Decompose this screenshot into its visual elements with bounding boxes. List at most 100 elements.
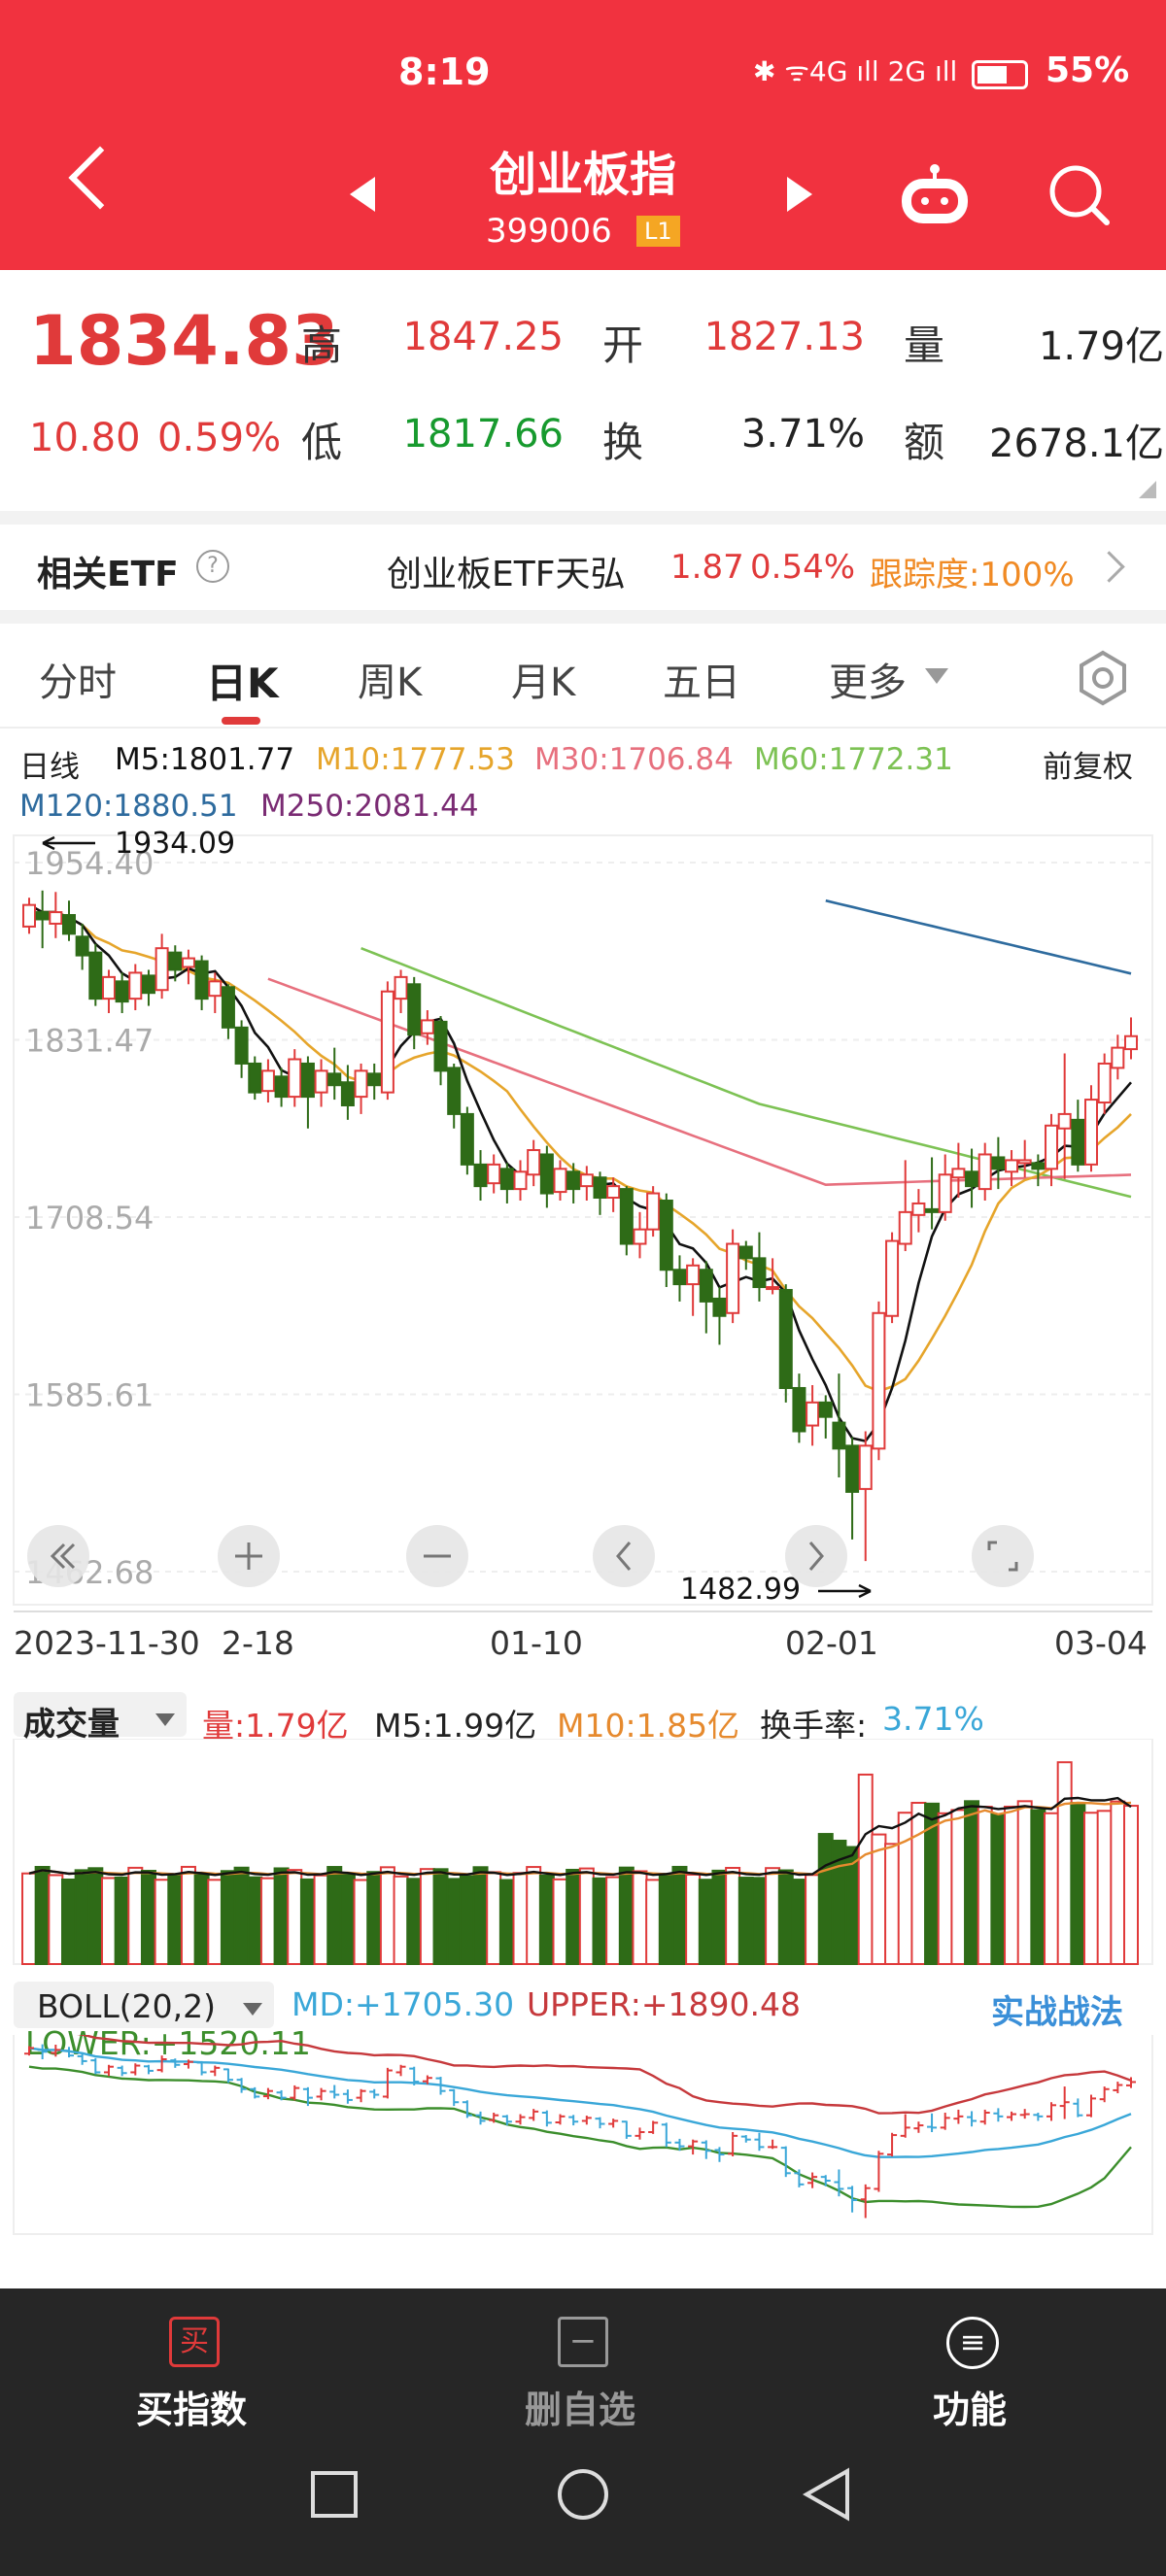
volume-bar <box>60 1879 77 1966</box>
x-tick-label: 2023-11-30 <box>14 1624 200 1662</box>
boll-selector-label[interactable]: BOLL(20,2) <box>37 1987 216 2025</box>
menu-icon[interactable]: ≡ <box>946 2317 999 2369</box>
expand-corner-icon[interactable] <box>1139 481 1156 498</box>
candle <box>951 1142 966 1199</box>
low-marker-label: 1482.99 <box>680 1573 801 1607</box>
volume-bar <box>154 1879 170 1966</box>
help-icon[interactable]: ? <box>196 550 229 583</box>
boll-chart[interactable] <box>0 2035 1166 2239</box>
volume-selector-label[interactable]: 成交量 <box>23 1698 120 1745</box>
volume-bar <box>247 1876 263 1965</box>
candle <box>288 1049 302 1107</box>
candle <box>22 898 36 934</box>
caret-down-icon[interactable] <box>243 2003 262 2016</box>
functions-button[interactable]: 功能 <box>933 2380 1007 2433</box>
volume-bar <box>791 1879 807 1966</box>
remove-watchlist-icon[interactable]: − <box>558 2317 608 2367</box>
candle <box>712 1287 727 1345</box>
zoom-in-icon[interactable] <box>218 1525 280 1587</box>
buy-index-button[interactable]: 买指数 <box>136 2380 247 2433</box>
divider <box>0 727 1166 729</box>
candle <box>646 1186 661 1237</box>
price-tick-label: 1708.54 <box>25 1200 154 1237</box>
divider <box>0 511 1166 525</box>
high-label: 高 <box>301 322 343 369</box>
x-tick-label: 03-04 <box>1054 1624 1148 1662</box>
candle <box>566 1163 581 1203</box>
etf-tracking: 跟踪度:100% <box>870 556 1075 594</box>
buy-icon[interactable]: 买 <box>169 2317 220 2367</box>
volume-bar <box>87 1867 104 1966</box>
recents-icon[interactable] <box>311 2471 358 2518</box>
candle <box>633 1211 647 1259</box>
caret-down-icon[interactable] <box>155 1713 175 1726</box>
high-value: 1847.25 <box>402 315 564 359</box>
candle <box>925 1157 940 1230</box>
previous-index-icon[interactable] <box>350 177 375 212</box>
volume-bar <box>220 1870 236 1965</box>
battery-icon <box>972 60 1028 89</box>
zoom-out-left-icon[interactable] <box>27 1525 89 1587</box>
tab-daily-k[interactable]: 日K <box>206 651 279 710</box>
pan-right-icon[interactable] <box>785 1525 847 1587</box>
assistant-robot-icon[interactable] <box>896 163 974 231</box>
price-change: 10.80 <box>29 416 141 460</box>
volume-bar <box>777 1869 794 1966</box>
candle <box>49 892 63 938</box>
volume-bar <box>685 1873 702 1965</box>
tab-weekly-k[interactable]: 周K <box>358 651 422 707</box>
etf-change-pct: 0.54% <box>750 548 856 587</box>
candle <box>487 1154 501 1194</box>
candle <box>527 1139 541 1187</box>
volume-bar <box>193 1873 210 1965</box>
candle <box>327 1047 342 1101</box>
tab-intraday[interactable]: 分时 <box>39 651 117 707</box>
volume-bar <box>857 1773 874 1965</box>
volume-chart[interactable] <box>0 1739 1166 1968</box>
search-icon[interactable] <box>1045 160 1113 228</box>
next-index-icon[interactable] <box>787 177 812 212</box>
remove-watchlist-button[interactable]: 删自选 <box>525 2380 635 2433</box>
price-adjust-mode[interactable]: 前复权 <box>1043 742 1133 786</box>
caret-down-icon[interactable] <box>925 668 948 684</box>
price-tick-label: 1585.61 <box>25 1377 154 1414</box>
boll-md-value: MD:+1705.30 <box>292 1985 515 2023</box>
candle <box>154 933 169 1000</box>
candle <box>872 1301 886 1461</box>
volume-bar <box>114 1876 130 1965</box>
tab-monthly-k[interactable]: 月K <box>511 651 575 707</box>
volume-bar <box>512 1872 529 1965</box>
etf-price: 1.87 <box>670 548 744 587</box>
volume-bar <box>964 1800 980 1965</box>
volume-bar <box>287 1869 303 1965</box>
candle <box>168 945 183 982</box>
tab-more[interactable]: 更多 <box>829 651 907 707</box>
fullscreen-icon[interactable] <box>972 1525 1034 1587</box>
kline-chart[interactable]: 1954.401831.471708.541585.611462.68 1934… <box>0 816 1166 1612</box>
home-icon[interactable] <box>558 2469 608 2520</box>
current-price: 1834.83 <box>29 301 339 381</box>
candle <box>194 955 209 1011</box>
zoom-out-icon[interactable] <box>406 1525 468 1587</box>
volume-bar <box>313 1874 329 1965</box>
low-label: 低 <box>301 419 343 466</box>
amount-label: 额 <box>904 419 945 466</box>
candle <box>141 969 155 1006</box>
back-icon[interactable] <box>802 2467 849 2522</box>
candle <box>938 1154 952 1221</box>
strategy-link[interactable]: 实战战法 <box>991 1985 1123 2033</box>
turnover-rate-value: 3.71% <box>882 1700 984 1738</box>
etf-name[interactable]: 创业板ETF天弘 <box>387 546 625 596</box>
volume-bar <box>432 1868 449 1965</box>
volume-bar <box>127 1866 144 1965</box>
candle <box>221 984 235 1039</box>
pan-left-icon[interactable] <box>593 1525 655 1587</box>
tab-five-day[interactable]: 五日 <box>663 651 740 707</box>
candle <box>367 1063 382 1101</box>
chart-settings-icon[interactable] <box>1074 649 1132 707</box>
volume-bar <box>140 1870 156 1966</box>
volume-bar <box>100 1877 117 1966</box>
ma5-value: M5:1801.77 <box>115 742 295 777</box>
candle <box>460 1106 474 1175</box>
candle <box>394 969 408 1013</box>
